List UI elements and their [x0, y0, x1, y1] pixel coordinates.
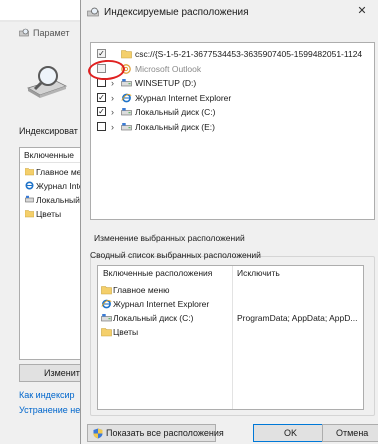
tree-row-icon: [121, 93, 132, 105]
ie-icon: [121, 93, 132, 103]
tree-row-label: Microsoft Outlook: [135, 63, 202, 74]
bg-list-header: Включенные: [20, 148, 82, 163]
folder-icon: [101, 286, 112, 295]
checkbox-unchecked[interactable]: [97, 122, 106, 131]
ie-icon: [25, 181, 34, 190]
bg-list-item-label: Журнал Inte: [36, 180, 84, 191]
summary-row[interactable]: Цветы: [98, 326, 363, 339]
bg-window-title: Парамет: [33, 28, 70, 38]
drive-icon: [25, 196, 34, 203]
tree-row[interactable]: › Локальный диск (C:): [91, 105, 374, 119]
bg-list-item[interactable]: Цветы: [25, 208, 85, 222]
how-indexing-link[interactable]: Как индексир: [19, 390, 81, 400]
indexing-magnifier-icon: [27, 66, 68, 98]
summary-row-label: Локальный диск (C:): [113, 313, 194, 323]
drive-icon: [121, 79, 132, 87]
tree-row[interactable]: › WINSETUP (D:): [91, 76, 374, 90]
ok-button[interactable]: OK: [253, 424, 324, 442]
bg-indexing-label: Индексироват: [19, 126, 78, 136]
summary-row-label: Цветы: [113, 327, 139, 337]
checkbox-checked[interactable]: [97, 49, 106, 58]
shield-icon: [93, 428, 103, 439]
tree-row[interactable]: › Журнал Internet Explorer: [91, 91, 374, 105]
folder-icon: [121, 50, 132, 59]
indexing-options-icon: [19, 28, 29, 37]
tree-row-label: Локальный диск (E:): [135, 122, 215, 132]
bg-list-item[interactable]: Локальный: [25, 194, 85, 208]
summary-row-label: Журнал Internet Explorer: [113, 299, 210, 309]
tree-row-icon: [121, 107, 132, 119]
close-icon[interactable]: ✕: [356, 5, 368, 17]
dialog-title: Индексируемые расположения: [104, 7, 249, 18]
chevron-right-icon[interactable]: ›: [111, 78, 114, 88]
folder-icon: [25, 168, 34, 176]
ok-label: OK: [284, 428, 298, 438]
show-all-label: Показать все расположения: [106, 428, 224, 438]
cancel-label: Отмена: [336, 428, 369, 438]
locations-tree: csc://{S-1-5-21-3677534453-3635907405-15…: [90, 42, 375, 220]
tree-row[interactable]: csc://{S-1-5-21-3677534453-3635907405-15…: [91, 47, 374, 61]
modify-button[interactable]: Изменит: [19, 364, 83, 382]
modify-button-label: Изменит: [44, 368, 80, 378]
summary-row[interactable]: Журнал Internet Explorer: [98, 298, 363, 311]
chevron-right-icon[interactable]: ›: [111, 93, 114, 103]
chevron-right-icon[interactable]: ›: [111, 107, 114, 117]
bg-list-item-label: Главное ме: [36, 166, 82, 177]
indexing-options-icon: [87, 7, 99, 17]
tree-row[interactable]: › Локальный диск (E:): [91, 120, 374, 134]
tree-row-label: WINSETUP (D:): [135, 78, 197, 89]
tree-row-icon: [121, 49, 132, 61]
drive-icon: [121, 108, 132, 116]
bg-list-item[interactable]: Журнал Inte: [25, 180, 85, 194]
drive-icon: [101, 314, 112, 322]
summary-row-icon: [101, 285, 112, 295]
ie-icon: [101, 299, 112, 309]
summary-row-icon: [101, 313, 112, 323]
tree-row-label: Локальный диск (C:): [135, 107, 216, 118]
tree-row-label: csc://{S-1-5-21-3677534453-3635907405-15…: [135, 49, 363, 59]
bg-list-item-label: Цветы: [36, 208, 62, 219]
bg-list-item[interactable]: Главное ме: [25, 166, 85, 180]
folder-icon: [101, 328, 112, 337]
tree-row-icon: [121, 122, 132, 134]
cancel-button[interactable]: Отмена: [322, 424, 378, 442]
checkbox-checked[interactable]: [97, 92, 106, 102]
summary-row[interactable]: Главное меню: [98, 284, 363, 297]
change-locations-label: Изменение выбранных расположений: [94, 233, 245, 243]
summary-row-label: Главное меню: [113, 285, 170, 295]
tree-row-label: Журнал Internet Explorer: [135, 92, 232, 103]
bg-list-item-label: Локальный: [36, 194, 80, 205]
bg-list-header-label: Включенные: [24, 150, 75, 160]
tree-row[interactable]: Microsoft Outlook: [91, 62, 374, 76]
summary-row-icon: [101, 299, 112, 309]
summary-title: Сводный список выбранных расположений: [90, 250, 261, 260]
tree-row-icon: [121, 78, 132, 90]
show-all-locations-button[interactable]: Показать все расположения: [87, 424, 224, 442]
summary-row-icon: [101, 327, 112, 337]
summary-row[interactable]: Локальный диск (C:) ProgramData; AppData;…: [98, 312, 363, 325]
column-header-included[interactable]: Включенные расположения: [103, 268, 212, 278]
chevron-right-icon[interactable]: ›: [111, 122, 114, 132]
folder-icon: [25, 210, 34, 218]
checkbox-checked[interactable]: [97, 107, 106, 117]
bg-included-list: Включенные Главное ме Журнал Inte Локаль…: [19, 147, 85, 360]
summary-list: Включенные расположения Исключить Главно…: [97, 265, 364, 410]
summary-row-exclude: ProgramData; AppData; AppD...: [237, 313, 358, 323]
column-header-exclude[interactable]: Исключить: [237, 268, 280, 278]
drive-icon: [121, 123, 132, 131]
troubleshoot-link[interactable]: Устранение не: [19, 405, 81, 415]
